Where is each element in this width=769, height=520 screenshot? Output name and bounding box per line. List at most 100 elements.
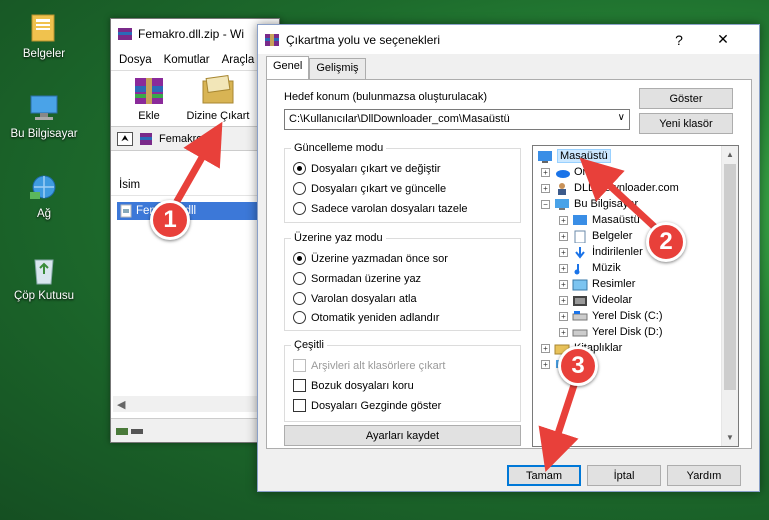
expand-icon[interactable]: + xyxy=(559,327,568,337)
tree-item-user[interactable]: + DLL Downloader.com xyxy=(541,180,679,196)
desktop-icon-label: Ağ xyxy=(36,208,52,220)
expand-icon[interactable]: + xyxy=(559,215,568,225)
dialog-titlebar[interactable]: Çıkartma yolu ve seçenekleri ? ✕ xyxy=(258,25,759,54)
radio-selected-indicator xyxy=(293,252,306,265)
radio-extract-update[interactable]: Dosyaları çıkart ve güncelle xyxy=(293,182,446,195)
videos-icon xyxy=(573,295,587,306)
tree-item-onedrive[interactable]: + OneDrive xyxy=(541,164,620,180)
target-path-combobox[interactable]: C:\Kullanıcılar\DllDownloader_com\Masaüs… xyxy=(284,109,630,130)
expand-icon[interactable]: + xyxy=(541,183,550,193)
desktop-icon-computer[interactable]: Bu Bilgisayar xyxy=(6,92,82,140)
tree-item-this-pc[interactable]: − Bu Bilgisayar xyxy=(541,196,638,212)
extract-dialog: Çıkartma yolu ve seçenekleri ? ✕ Genel G… xyxy=(257,24,760,492)
add-button-label: Ekle xyxy=(138,110,160,122)
target-path-label: Hedef konum (bulunmazsa oluşturulacak) xyxy=(284,91,487,103)
tree-item-downloads[interactable]: + İndirilenler xyxy=(559,244,643,260)
menu-komutlar[interactable]: Komutlar xyxy=(164,54,210,66)
scroll-thumb[interactable] xyxy=(724,164,736,390)
tree-item-desktop[interactable]: + Masaüstü xyxy=(559,212,640,228)
expand-icon[interactable]: + xyxy=(559,247,568,257)
menu-araclar[interactable]: Araçla xyxy=(222,54,255,66)
winrar-statusbar xyxy=(111,418,279,442)
menu-dosya[interactable]: Dosya xyxy=(119,54,152,66)
downloads-icon xyxy=(575,246,585,259)
collapse-icon[interactable]: − xyxy=(541,199,550,209)
tree-vertical-scrollbar[interactable]: ▲ ▼ xyxy=(721,146,738,446)
radio-overwrite-without-prompt[interactable]: Sormadan üzerine yaz xyxy=(293,272,421,285)
winrar-window: Femakro.dll.zip - Wi Dosya Komutlar Araç… xyxy=(110,18,280,443)
tree-item-videos[interactable]: + Videolar xyxy=(559,292,632,308)
radio-extract-replace[interactable]: Dosyaları çıkart ve değiştir xyxy=(293,162,441,175)
checkbox-label: Dosyaları Gezginde göster xyxy=(311,399,442,412)
help-button[interactable]: Yardım xyxy=(667,465,741,486)
expand-icon[interactable]: + xyxy=(559,295,568,305)
archive-add-icon xyxy=(129,75,169,107)
radio-label: Otomatik yeniden adlandır xyxy=(311,311,440,324)
checkbox-extract-subfolders[interactable]: Arşivleri alt klasörlere çıkart xyxy=(293,359,445,372)
recycle-bin-icon xyxy=(26,254,62,286)
extract-to-button[interactable]: Dizine Çıkart xyxy=(183,74,253,122)
expand-icon[interactable]: + xyxy=(559,279,568,289)
misc-title: Çeşitli xyxy=(291,339,327,351)
radio-indicator xyxy=(293,272,306,285)
scroll-down-icon[interactable]: ▼ xyxy=(722,429,738,446)
tree-item-label: Müzik xyxy=(592,262,621,274)
winrar-titlebar[interactable]: Femakro.dll.zip - Wi xyxy=(111,19,279,49)
radio-auto-rename[interactable]: Otomatik yeniden adlandır xyxy=(293,311,439,324)
music-icon xyxy=(574,263,580,274)
desktop-icon-recycle-bin[interactable]: Çöp Kutusu xyxy=(6,254,82,302)
tree-item-documents[interactable]: + Belgeler xyxy=(559,228,632,244)
add-button[interactable]: Ekle xyxy=(121,75,177,122)
winrar-file-list: İsim Femakro.dll xyxy=(111,174,279,416)
expand-icon[interactable]: + xyxy=(559,231,568,241)
tree-item-label: Yerel Disk (C:) xyxy=(592,310,663,322)
dll-file-icon xyxy=(120,204,132,218)
checkbox-keep-broken[interactable]: Bozuk dosyaları koru xyxy=(293,379,414,392)
radio-skip-existing[interactable]: Varolan dosyaları atla xyxy=(293,292,417,305)
scroll-up-icon[interactable]: ▲ xyxy=(722,146,738,163)
expand-icon[interactable]: + xyxy=(541,167,550,177)
desktop-icon-network[interactable]: Ağ xyxy=(6,172,82,220)
tab-gelismis[interactable]: Gelişmiş xyxy=(309,58,366,79)
tree-item-desktop-root[interactable]: Masaüstü xyxy=(537,148,611,164)
extract-to-button-label: Dizine Çıkart xyxy=(186,110,250,122)
radio-fresh-existing[interactable]: Sadece varolan dosyaları tazele xyxy=(293,202,468,215)
expand-icon[interactable]: + xyxy=(541,343,550,353)
expand-icon[interactable]: + xyxy=(541,359,550,369)
tree-item-drive-c[interactable]: + Yerel Disk (C:) xyxy=(559,308,663,324)
radio-ask-before-overwrite[interactable]: Üzerine yazmadan önce sor xyxy=(293,252,448,265)
close-button[interactable]: ✕ xyxy=(703,25,743,54)
step-badge-1: 1 xyxy=(150,200,190,240)
expand-icon[interactable]: + xyxy=(559,263,568,273)
tree-item-label: Belgeler xyxy=(592,230,633,242)
tree-item-music[interactable]: + Müzik xyxy=(559,260,621,276)
horizontal-scrollbar[interactable]: ◀ xyxy=(113,396,279,412)
save-settings-button[interactable]: Ayarları kaydet xyxy=(284,425,521,446)
new-folder-button[interactable]: Yeni klasör xyxy=(639,113,733,134)
expand-icon[interactable]: + xyxy=(559,311,568,321)
ok-button[interactable]: Tamam xyxy=(507,465,581,486)
show-button[interactable]: Göster xyxy=(639,88,733,109)
scroll-left-icon[interactable]: ◀ xyxy=(117,398,125,411)
chevron-down-icon[interactable]: ∨ xyxy=(618,112,625,123)
radio-indicator xyxy=(293,292,306,305)
folder-tree[interactable]: Masaüstü + OneDrive + DLL Downloader.com… xyxy=(532,145,739,447)
radio-label: Sadece varolan dosyaları tazele xyxy=(311,202,468,215)
tab-genel[interactable]: Genel xyxy=(266,56,310,79)
up-folder-icon[interactable]: ⮝ xyxy=(117,131,133,146)
checkbox-show-in-explorer[interactable]: Dosyaları Gezginde göster xyxy=(293,399,441,412)
radio-label: Dosyaları çıkart ve güncelle xyxy=(311,182,447,195)
radio-label: Sormadan üzerine yaz xyxy=(311,272,422,285)
column-name-header[interactable]: İsim xyxy=(111,174,279,196)
general-tab-panel: Hedef konum (bulunmazsa oluşturulacak) C… xyxy=(266,79,752,449)
tree-item-pictures[interactable]: + Resimler xyxy=(559,276,635,292)
cancel-button[interactable]: İptal xyxy=(587,465,661,486)
overwrite-mode-group: Üzerine yaz modu Üzerine yazmadan önce s… xyxy=(284,232,521,331)
drive-icon xyxy=(572,310,588,320)
archive-icon xyxy=(140,132,152,145)
help-title-button[interactable]: ? xyxy=(659,25,699,54)
desktop-icon-documents[interactable]: Belgeler xyxy=(6,12,82,60)
winrar-menubar: Dosya Komutlar Araçla xyxy=(111,49,279,71)
step-badge-2: 2 xyxy=(646,222,686,262)
tree-item-drive-d[interactable]: + Yerel Disk (D:) xyxy=(559,324,663,340)
